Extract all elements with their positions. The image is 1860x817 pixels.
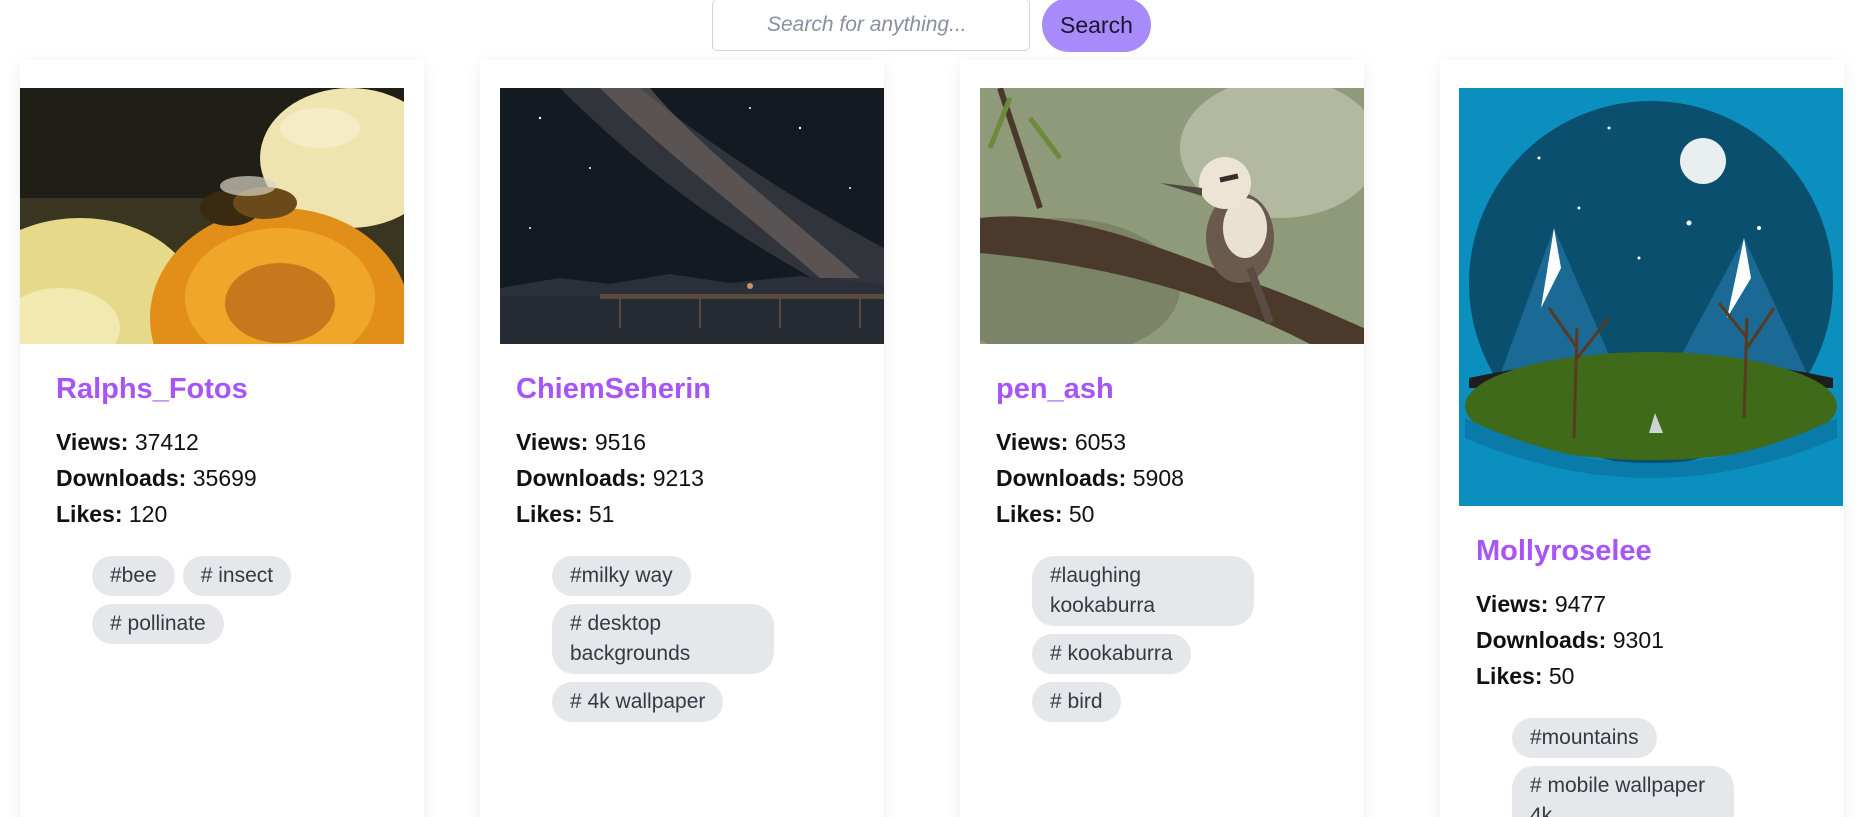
likes-label: Likes: <box>516 501 583 527</box>
tag[interactable]: # mobile wallpaper 4k <box>1512 766 1734 817</box>
image-card: pen_ash Views: 6053 Downloads: 5908 Like… <box>960 60 1364 817</box>
downloads-value: 5908 <box>1132 465 1184 491</box>
search-bar: Search <box>712 0 1151 52</box>
views-stat: Views: 37412 <box>56 424 352 460</box>
tag-list: #laughing kookaburra # kookaburra # bird <box>996 556 1292 730</box>
kookaburra-image <box>980 88 1364 344</box>
author-name[interactable]: Mollyroselee <box>1476 534 1772 568</box>
likes-stat: Likes: 50 <box>996 496 1292 532</box>
views-label: Views: <box>996 429 1069 455</box>
downloads-stat: Downloads: 9213 <box>516 460 812 496</box>
tag-list: #bee # insect # pollinate <box>56 556 352 652</box>
card-body: Mollyroselee Views: 9477 Downloads: 9301… <box>1476 534 1772 817</box>
tag-list: #milky way # desktop backgrounds # 4k wall… <box>516 556 812 730</box>
card-image[interactable] <box>980 88 1364 344</box>
views-value: 37412 <box>134 429 199 455</box>
likes-label: Likes: <box>1476 663 1543 689</box>
views-value: 6053 <box>1074 429 1127 455</box>
card-image[interactable] <box>20 88 404 344</box>
tag[interactable]: #bee <box>92 556 175 596</box>
search-input[interactable] <box>712 0 1030 51</box>
author-name[interactable]: pen_ash <box>996 372 1292 406</box>
downloads-label: Downloads: <box>516 465 647 491</box>
views-value: 9516 <box>594 429 647 455</box>
views-label: Views: <box>516 429 589 455</box>
downloads-stat: Downloads: 35699 <box>56 460 352 496</box>
likes-stat: Likes: 50 <box>1476 658 1772 694</box>
downloads-value: 35699 <box>192 465 257 491</box>
downloads-label: Downloads: <box>1476 627 1607 653</box>
tag[interactable]: #milky way <box>552 556 691 596</box>
tag[interactable]: # 4k wallpaper <box>552 682 724 722</box>
milky-way-image <box>500 88 884 344</box>
tag[interactable]: # desktop backgrounds <box>552 604 774 674</box>
card-body: pen_ash Views: 6053 Downloads: 5908 Like… <box>996 372 1292 730</box>
author-name[interactable]: Ralphs_Fotos <box>56 372 352 406</box>
downloads-value: 9213 <box>652 465 704 491</box>
tag[interactable]: # insect <box>182 556 292 596</box>
mountain-moon-illustration <box>1459 88 1843 506</box>
tag[interactable]: # bird <box>1032 682 1121 722</box>
downloads-stat: Downloads: 5908 <box>996 460 1292 496</box>
card-image[interactable] <box>500 88 884 344</box>
tag[interactable]: #laughing kookaburra <box>1032 556 1254 626</box>
tag[interactable]: #mountains <box>1512 718 1657 758</box>
tag-list: #mountains # mobile wallpaper 4k <box>1476 718 1772 817</box>
image-card: Mollyroselee Views: 9477 Downloads: 9301… <box>1440 60 1844 817</box>
search-button[interactable]: Search <box>1042 0 1151 52</box>
views-label: Views: <box>1476 591 1549 617</box>
card-body: Ralphs_Fotos Views: 37412 Downloads: 356… <box>56 372 352 652</box>
likes-label: Likes: <box>56 501 123 527</box>
views-label: Views: <box>56 429 129 455</box>
tag[interactable]: # pollinate <box>92 604 224 644</box>
card-image[interactable] <box>1459 88 1843 506</box>
likes-value: 50 <box>1548 663 1575 689</box>
tag[interactable]: # kookaburra <box>1032 634 1191 674</box>
likes-stat: Likes: 120 <box>56 496 352 532</box>
likes-stat: Likes: 51 <box>516 496 812 532</box>
downloads-value: 9301 <box>1612 627 1664 653</box>
image-card: ChiemSeherin Views: 9516 Downloads: 9213… <box>480 60 884 817</box>
downloads-stat: Downloads: 9301 <box>1476 622 1772 658</box>
likes-value: 120 <box>128 501 168 527</box>
downloads-label: Downloads: <box>56 465 187 491</box>
likes-value: 50 <box>1068 501 1095 527</box>
likes-value: 51 <box>588 501 615 527</box>
views-stat: Views: 9516 <box>516 424 812 460</box>
views-stat: Views: 6053 <box>996 424 1292 460</box>
bee-on-flower-image <box>20 88 404 344</box>
card-body: ChiemSeherin Views: 9516 Downloads: 9213… <box>516 372 812 730</box>
views-stat: Views: 9477 <box>1476 586 1772 622</box>
author-name[interactable]: ChiemSeherin <box>516 372 812 406</box>
likes-label: Likes: <box>996 501 1063 527</box>
downloads-label: Downloads: <box>996 465 1127 491</box>
image-card: Ralphs_Fotos Views: 37412 Downloads: 356… <box>20 60 424 817</box>
image-gallery-page: Search Ralphs_Fotos Views: 37412 Do <box>0 0 1860 817</box>
views-value: 9477 <box>1554 591 1607 617</box>
